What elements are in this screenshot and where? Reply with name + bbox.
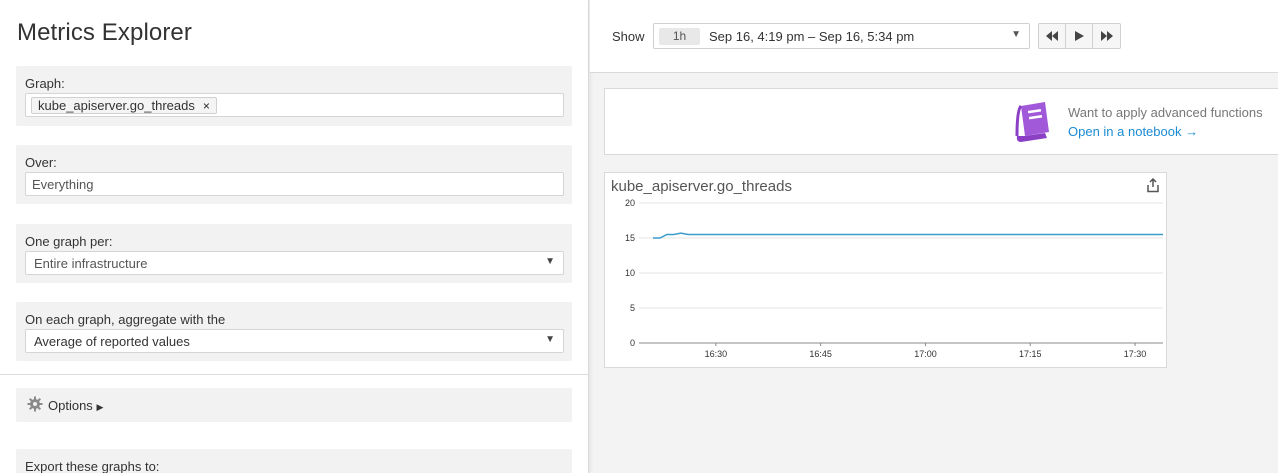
chevron-down-icon: ▼ xyxy=(1011,29,1021,40)
open-notebook-link[interactable]: Open in a notebook → xyxy=(1068,124,1198,139)
metric-input[interactable]: kube_apiserver.go_threads × xyxy=(25,93,564,117)
y-tick-label: 0 xyxy=(630,338,635,348)
options-label: Options ▶ xyxy=(48,398,104,413)
over-label: Over: xyxy=(25,155,57,170)
time-span-badge: 1h xyxy=(659,28,700,45)
graph-title: kube_apiserver.go_threads xyxy=(611,178,792,195)
one-graph-per-select[interactable]: Entire infrastructure ▼ xyxy=(25,251,564,275)
notebook-icon xyxy=(1015,102,1049,142)
one-graph-per-section: One graph per: Entire infrastructure ▼ xyxy=(16,224,572,283)
page-title: Metrics Explorer xyxy=(17,19,192,46)
time-nav-buttons xyxy=(1038,23,1121,49)
metric-chip-label: kube_apiserver.go_threads xyxy=(38,98,195,113)
aggregate-section: On each graph, aggregate with the Averag… xyxy=(16,302,572,361)
chevron-down-icon: ▼ xyxy=(545,256,555,267)
play-button[interactable] xyxy=(1066,24,1093,48)
over-section: Over: Everything xyxy=(16,145,572,204)
metric-chip[interactable]: kube_apiserver.go_threads × xyxy=(31,97,217,114)
x-tick-label: 17:30 xyxy=(1124,349,1147,359)
banner-text: Want to apply advanced functions xyxy=(1068,105,1263,120)
divider xyxy=(0,374,589,375)
y-tick-label: 15 xyxy=(625,233,635,243)
graph-label: Graph: xyxy=(25,76,65,91)
show-label: Show xyxy=(612,29,645,44)
export-label: Export these graphs to: xyxy=(25,459,160,473)
aggregate-label: On each graph, aggregate with the xyxy=(25,312,226,327)
graph-card: kube_apiserver.go_threads 0 5 10 15 20 16:30 1… xyxy=(604,172,1167,368)
over-input-value: Everything xyxy=(32,177,94,192)
rewind-button[interactable] xyxy=(1039,24,1066,48)
remove-metric-icon[interactable]: × xyxy=(203,99,210,113)
y-tick-label: 20 xyxy=(625,198,635,208)
one-graph-per-value: Entire infrastructure xyxy=(34,256,148,271)
fast-forward-button[interactable] xyxy=(1093,24,1120,48)
x-tick-label: 16:30 xyxy=(705,349,728,359)
time-range-picker[interactable]: 1h Sep 16, 4:19 pm – Sep 16, 5:34 pm ▼ xyxy=(653,23,1030,49)
play-icon xyxy=(1075,31,1084,41)
query-panel: Metrics Explorer Graph: kube_apiserver.g… xyxy=(0,0,589,473)
graph-section: Graph: kube_apiserver.go_threads × xyxy=(16,66,572,126)
x-tick-label: 17:15 xyxy=(1019,349,1042,359)
x-tick-label: 16:45 xyxy=(809,349,832,359)
series-line xyxy=(653,232,1163,239)
gear-icon xyxy=(27,396,43,412)
time-controls-bar: Show 1h Sep 16, 4:19 pm – Sep 16, 5:34 p… xyxy=(590,0,1278,73)
over-input[interactable]: Everything xyxy=(25,172,564,196)
rewind-icon xyxy=(1046,31,1058,41)
aggregate-value: Average of reported values xyxy=(34,334,190,349)
caret-right-icon: ▶ xyxy=(96,402,104,412)
x-tick-label: 17:00 xyxy=(914,349,937,359)
y-tick-label: 5 xyxy=(630,303,635,313)
export-section: Export these graphs to: xyxy=(16,449,572,473)
one-graph-per-label: One graph per: xyxy=(25,234,113,249)
fast-forward-icon xyxy=(1100,31,1113,41)
time-range-text: Sep 16, 4:19 pm – Sep 16, 5:34 pm xyxy=(709,29,915,44)
y-tick-label: 10 xyxy=(625,268,635,278)
aggregate-select[interactable]: Average of reported values ▼ xyxy=(25,329,564,353)
share-icon[interactable] xyxy=(1146,178,1160,193)
line-chart[interactable]: 0 5 10 15 20 16:30 16:45 17:00 17:15 17:30 xyxy=(605,197,1168,367)
chevron-down-icon: ▼ xyxy=(545,334,555,345)
notebook-banner: Want to apply advanced functions Open in… xyxy=(604,88,1278,155)
options-toggle[interactable]: Options ▶ xyxy=(16,388,572,422)
